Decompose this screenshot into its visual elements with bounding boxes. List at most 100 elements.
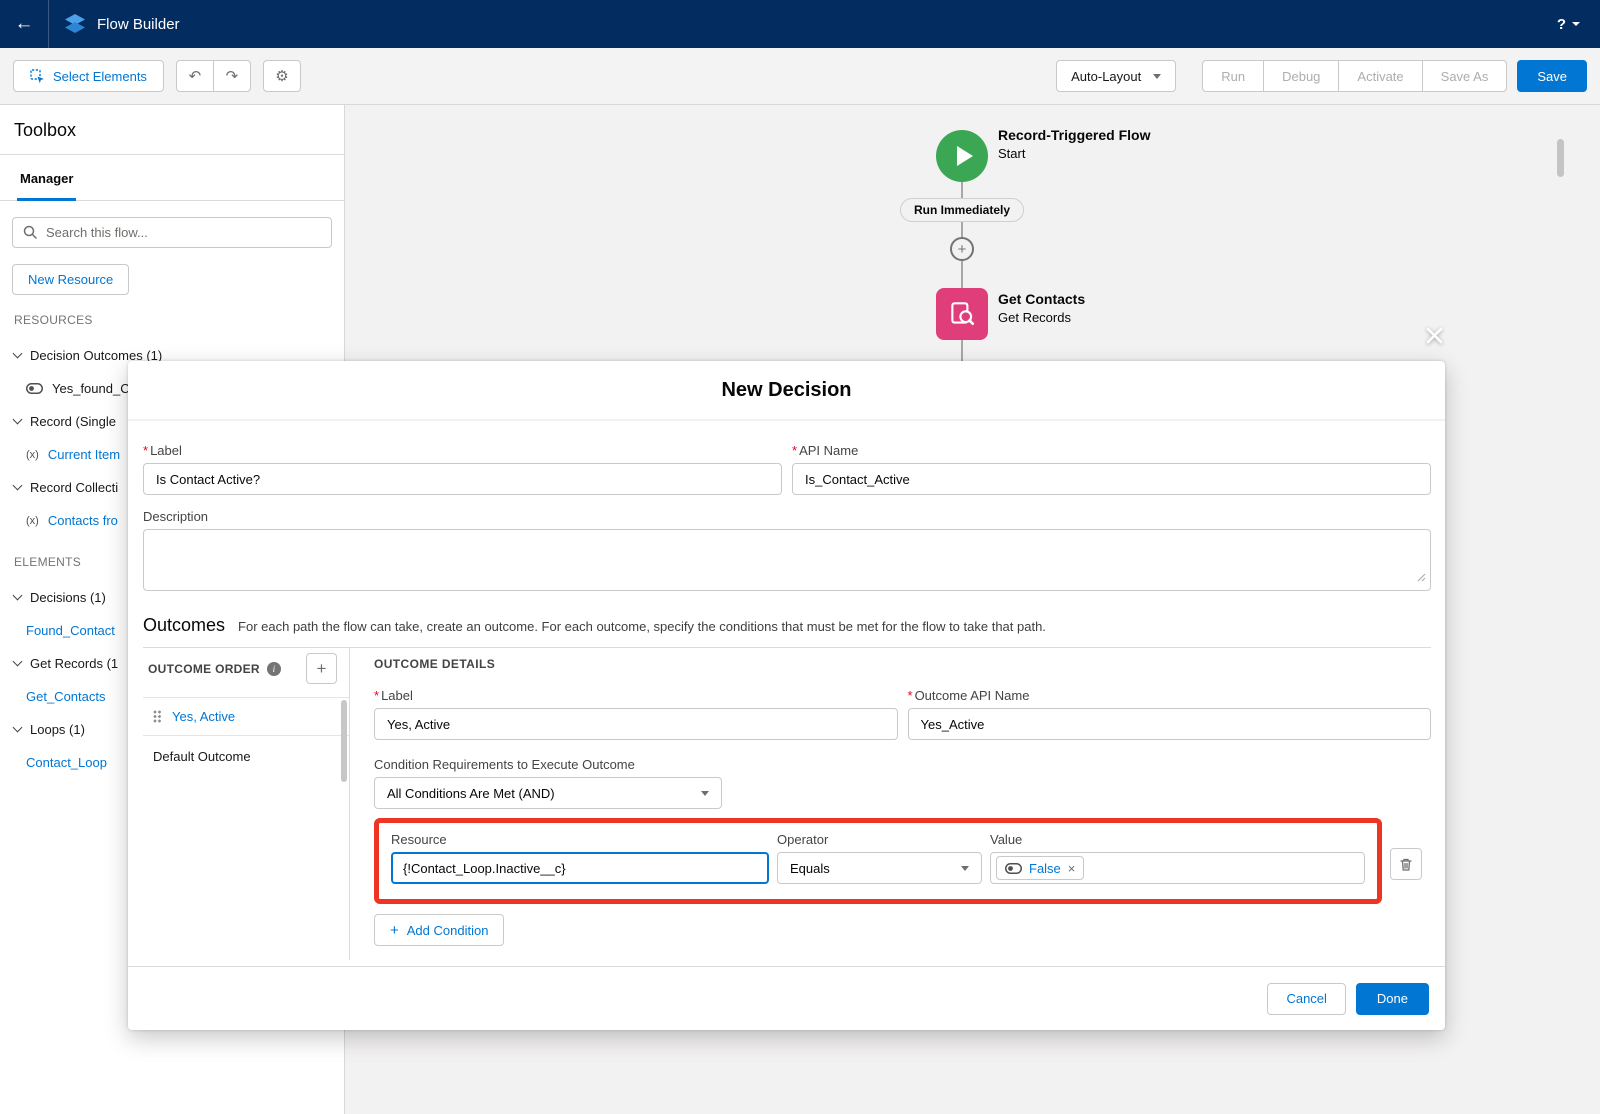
back-button[interactable]: ← (0, 0, 49, 48)
undo-icon: ↶ (189, 67, 202, 85)
outcomes-heading: Outcomes (143, 615, 225, 636)
outcome-item-default[interactable]: Default Outcome (143, 736, 349, 777)
outcome-api-field-label: * Outcome API Name (908, 688, 1432, 703)
search-icon (23, 225, 37, 242)
start-node[interactable] (936, 130, 988, 182)
resources-heading: RESOURCES (14, 313, 330, 327)
api-name-input[interactable] (792, 463, 1431, 495)
resource-combobox[interactable] (391, 852, 769, 884)
outcome-item-yes-active[interactable]: Yes, Active (143, 697, 349, 736)
chevron-down-icon (13, 657, 23, 667)
new-decision-modal: New Decision * Label * API Name (128, 361, 1445, 1030)
run-button[interactable]: Run (1202, 60, 1264, 92)
toggle-icon (26, 383, 43, 394)
resize-grip-icon[interactable] (1417, 570, 1426, 585)
add-condition-button[interactable]: + Add Condition (374, 914, 504, 946)
label-text: API Name (799, 443, 858, 458)
select-elements-button[interactable]: Select Elements (13, 60, 164, 92)
required-asterisk: * (792, 443, 797, 458)
tree-item-label: Found_Contact (26, 623, 115, 638)
get-contacts-label: Get Contacts Get Records (998, 291, 1085, 325)
modal-footer: Cancel Done (128, 966, 1445, 1030)
label-input[interactable] (143, 463, 782, 495)
cancel-button[interactable]: Cancel (1267, 983, 1345, 1015)
save-button[interactable]: Save (1517, 60, 1587, 92)
variable-icon: (x) (26, 449, 39, 461)
caret-down-icon (961, 866, 969, 871)
new-resource-button[interactable]: New Resource (12, 264, 129, 295)
outcome-item-label: Yes, Active (172, 709, 235, 724)
required-asterisk: * (908, 688, 913, 703)
tree-item-label: Contacts fro (48, 513, 118, 528)
toolbar-right: Auto-Layout Run Debug Activate Save As S… (1056, 60, 1587, 92)
value-label: Value (990, 832, 1365, 847)
label-text: Description (143, 509, 208, 524)
value-combobox[interactable]: False × (990, 852, 1365, 884)
description-textarea[interactable] (143, 529, 1431, 591)
chevron-down-icon (13, 481, 23, 491)
outcome-details-heading: OUTCOME DETAILS (374, 657, 1431, 671)
undo-redo-group: ↶ ↷ (176, 60, 251, 92)
redo-button[interactable]: ↷ (213, 60, 251, 92)
flow-search (12, 217, 332, 248)
back-arrow-icon: ← (15, 13, 34, 34)
outcome-api-name-input[interactable] (908, 708, 1432, 740)
chevron-down-icon (13, 723, 23, 733)
info-icon[interactable]: i (267, 662, 281, 676)
condition-requirements-select[interactable]: All Conditions Are Met (AND) (374, 777, 722, 809)
add-element-button[interactable]: + (950, 237, 974, 261)
debug-button[interactable]: Debug (1263, 60, 1339, 92)
outcome-order-header: OUTCOME ORDER i + (143, 653, 349, 684)
modal-close-button[interactable] (1420, 321, 1449, 350)
select-elements-label: Select Elements (53, 69, 147, 84)
start-node-subtitle: Start (998, 146, 1150, 161)
operator-select[interactable]: Equals (777, 852, 982, 884)
value-chip[interactable]: False × (996, 856, 1084, 880)
activate-button[interactable]: Activate (1338, 60, 1422, 92)
app-title: Flow Builder (97, 16, 180, 33)
help-menu[interactable]: ? (1557, 16, 1580, 33)
condition-requirements-value: All Conditions Are Met (AND) (387, 786, 555, 801)
modal-title: New Decision (721, 379, 851, 402)
canvas-scrollbar[interactable] (1557, 139, 1564, 177)
operator-value: Equals (790, 861, 830, 876)
tab-manager[interactable]: Manager (17, 171, 76, 201)
outcome-label-input[interactable] (374, 708, 898, 740)
variable-icon: (x) (26, 515, 39, 527)
save-as-button[interactable]: Save As (1422, 60, 1508, 92)
search-input[interactable] (12, 217, 332, 248)
add-outcome-button[interactable]: + (306, 653, 337, 684)
condition-highlight-box: Resource Operator Equals (374, 818, 1382, 904)
record-lookup-icon (947, 299, 977, 329)
outcome-details-panel: OUTCOME DETAILS * Label * (350, 648, 1431, 960)
caret-down-icon (1572, 22, 1580, 26)
run-immediately-pill[interactable]: Run Immediately (900, 198, 1024, 222)
toolbar: Select Elements ↶ ↷ ⚙ Auto-Layout Run De… (0, 48, 1600, 105)
plus-icon: + (390, 922, 399, 939)
outcome-order-scrollbar[interactable] (341, 700, 347, 782)
chevron-down-icon (13, 591, 23, 601)
description-label: Description (143, 509, 1431, 524)
auto-layout-dropdown[interactable]: Auto-Layout (1056, 60, 1176, 92)
outcomes-panel: OUTCOME ORDER i + Yes, Active Default Ou… (143, 647, 1431, 960)
modal-header: New Decision (128, 361, 1445, 421)
drag-handle-icon[interactable] (153, 710, 162, 723)
condition-requirements-label: Condition Requirements to Execute Outcom… (374, 757, 1431, 772)
plus-icon: + (317, 659, 327, 679)
tree-item-label: Contact_Loop (26, 755, 107, 770)
trash-icon (1399, 857, 1413, 872)
label-text: Condition Requirements to Execute Outcom… (374, 757, 635, 772)
tree-item-label: Current Item (48, 447, 120, 462)
caret-down-icon (1153, 74, 1161, 79)
close-icon (1424, 325, 1445, 346)
done-button[interactable]: Done (1356, 983, 1429, 1015)
chip-remove-icon[interactable]: × (1068, 861, 1076, 876)
api-name-field-label: * API Name (792, 443, 1431, 458)
label-field-label: * Label (143, 443, 782, 458)
get-contacts-node[interactable] (936, 288, 988, 340)
delete-condition-button[interactable] (1390, 848, 1422, 880)
settings-button[interactable]: ⚙ (263, 60, 301, 92)
tree-group-label: Decisions (1) (30, 590, 106, 605)
undo-button[interactable]: ↶ (176, 60, 214, 92)
gear-icon: ⚙ (275, 67, 288, 85)
